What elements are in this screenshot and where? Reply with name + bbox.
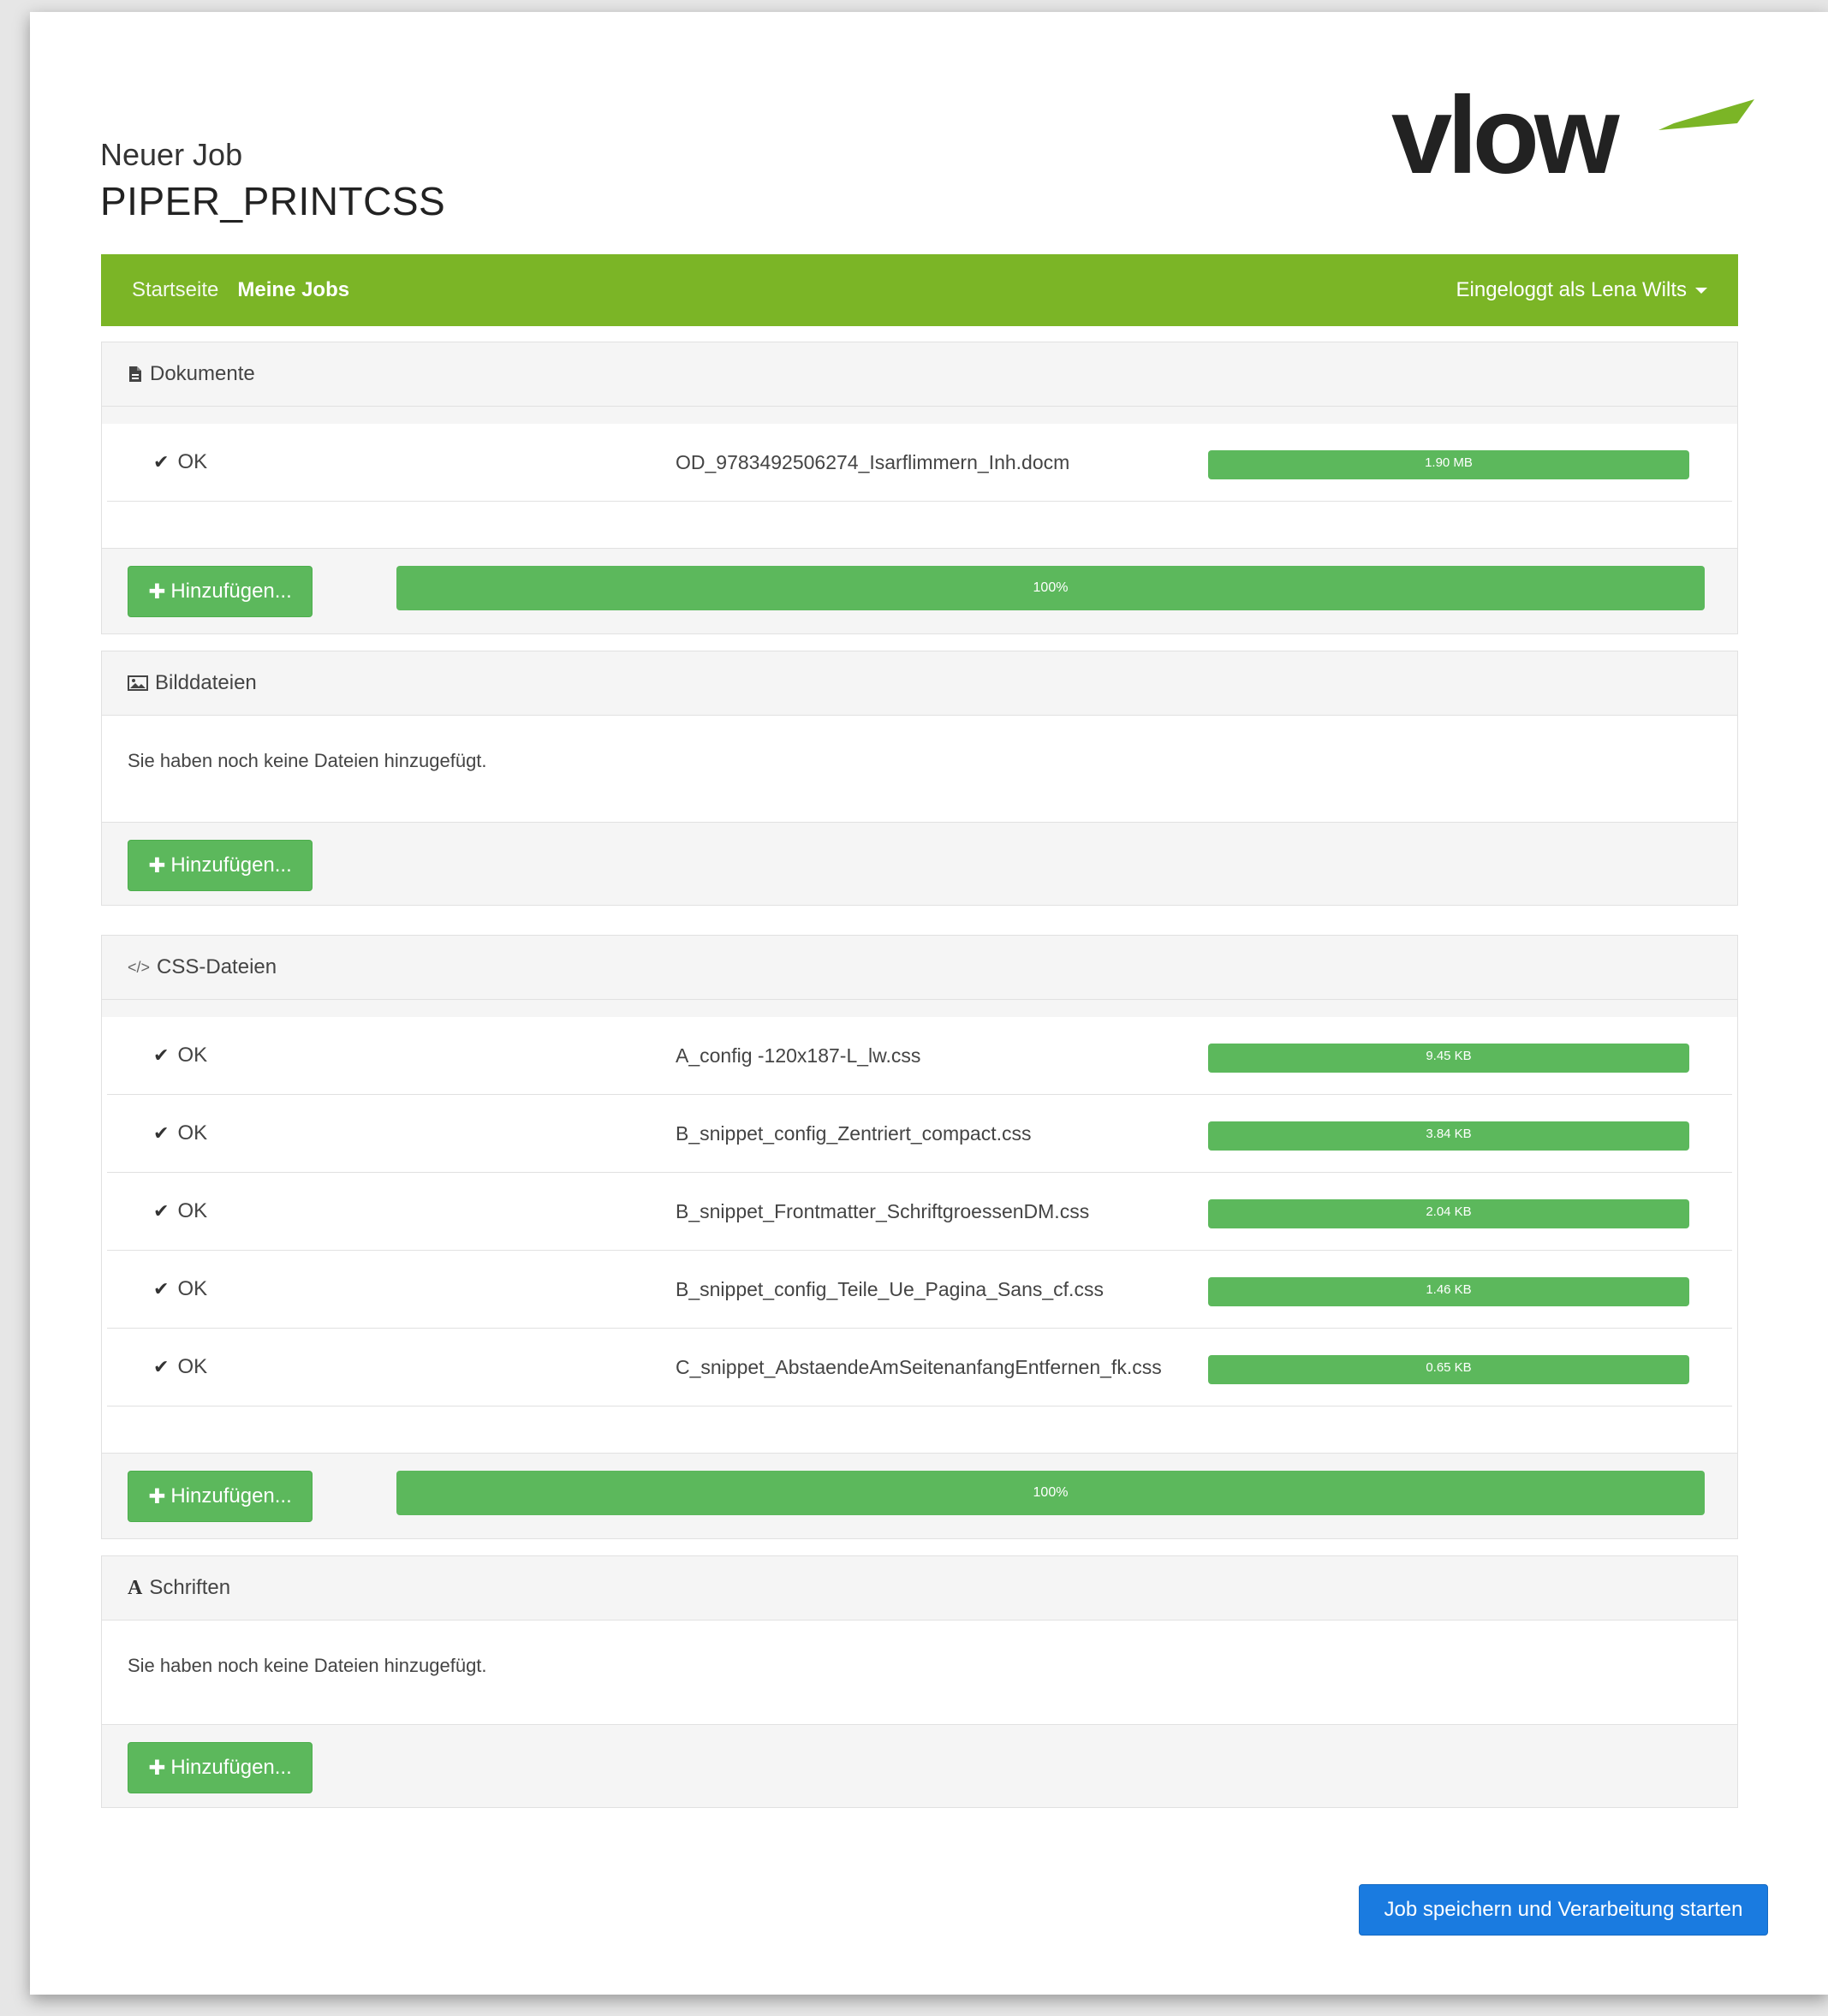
file-size-bar: 1.90 MB [1208,450,1689,479]
font-icon: A [128,1576,143,1599]
add-button-label: Hinzufügen... [170,1756,292,1779]
fonts-panel: A Schriften Sie haben noch keine Dateien… [101,1555,1738,1808]
fonts-panel-heading: A Schriften [102,1556,1737,1621]
file-name: B_snippet_Frontmatter_SchriftgroessenDM.… [676,1200,1090,1222]
images-add-button[interactable]: ✚ Hinzufügen... [128,840,313,891]
images-panel-title: Bilddateien [155,671,257,694]
file-size-bar: 0.65 KB [1208,1355,1689,1384]
nav-link-meine-jobs[interactable]: Meine Jobs [237,278,349,302]
plus-icon: ✚ [148,1484,166,1508]
check-icon: ✔ [153,1122,170,1144]
css-panel-footer: ✚ Hinzufügen... 100% [102,1454,1737,1538]
file-status: ✔ OK [153,1329,207,1406]
images-file-list: Sie haben noch keine Dateien hinzugefügt… [102,716,1737,823]
images-panel: Bilddateien Sie haben noch keine Dateien… [101,651,1738,906]
documents-panel-title: Dokumente [150,362,255,385]
images-panel-footer: ✚ Hinzufügen... [102,823,1737,905]
user-menu[interactable]: Eingeloggt als Lena Wilts [1456,278,1707,302]
documents-file-list: ✔ OK OD_9783492506274_Isarflimmern_Inh.do… [102,424,1737,549]
page-subtitle: Neuer Job [100,137,243,172]
nav-link-startseite[interactable]: Startseite [132,278,218,302]
file-row: ✔ OK OD_9783492506274_Isarflimmern_Inh.do… [107,424,1732,502]
documents-panel: Dokumente ✔ OK OD_9783492506274_Isarflimm… [101,342,1738,634]
css-upload-progress: 100% [396,1471,1705,1515]
submit-job-button[interactable]: Job speichern und Verarbeitung starten [1359,1884,1768,1936]
images-panel-heading: Bilddateien [102,651,1737,716]
main-navbar: Startseite Meine Jobs Eingeloggt als Len… [101,254,1738,326]
fonts-file-list: Sie haben noch keine Dateien hinzugefügt… [102,1621,1737,1725]
documents-panel-heading: Dokumente [102,342,1737,407]
fonts-panel-footer: ✚ Hinzufügen... [102,1725,1737,1807]
plus-icon: ✚ [148,853,166,877]
documents-add-button[interactable]: ✚ Hinzufügen... [128,566,313,617]
image-icon [128,675,148,691]
fonts-panel-title: Schriften [149,1576,231,1599]
css-add-button[interactable]: ✚ Hinzufügen... [128,1471,313,1522]
file-status: ✔ OK [153,1017,207,1094]
check-icon: ✔ [153,1356,170,1377]
file-row: ✔ OK C_snippet_AbstaendeAmSeitenanfangEnt… [107,1329,1732,1406]
caret-down-icon [1695,287,1707,294]
file-status-label: OK [177,1277,208,1300]
file-name: A_config -120x187-L_lw.css [676,1044,921,1067]
file-status: ✔ OK [153,1095,207,1172]
user-menu-label: Eingeloggt als Lena Wilts [1456,278,1687,301]
file-row: ✔ OK B_snippet_Frontmatter_Schriftgroesse… [107,1173,1732,1251]
plus-icon: ✚ [148,1756,166,1780]
check-icon: ✔ [153,1044,170,1066]
images-empty-message: Sie haben noch keine Dateien hinzugefügt… [128,750,487,771]
logo-accent [1658,99,1754,130]
file-size-bar: 9.45 KB [1208,1044,1689,1073]
documents-upload-progress: 100% [396,566,1705,610]
file-size-bar: 1.46 KB [1208,1277,1689,1306]
file-status-label: OK [177,450,208,473]
documents-panel-footer: ✚ Hinzufügen... 100% [102,549,1737,633]
css-file-list: ✔ OK A_config -120x187-L_lw.css 9.45 KB ✔… [102,1017,1737,1454]
add-button-label: Hinzufügen... [170,1484,292,1508]
file-status: ✔ OK [153,1173,207,1250]
check-icon: ✔ [153,1200,170,1222]
file-status-label: OK [177,1044,208,1067]
file-name: C_snippet_AbstaendeAmSeitenanfangEntfern… [676,1356,1162,1378]
css-panel-heading: </> CSS-Dateien [102,936,1737,1000]
file-name: OD_9783492506274_Isarflimmern_Inh.docm [676,451,1070,473]
file-size-bar: 3.84 KB [1208,1121,1689,1151]
file-status: ✔ OK [153,1251,207,1328]
job-name: PIPER_PRINTCSS [100,179,446,223]
css-panel: </> CSS-Dateien ✔ OK A_config -120x187-L_… [101,935,1738,1539]
file-status-label: OK [177,1121,208,1145]
file-status: ✔ OK [153,424,207,501]
file-status-label: OK [177,1355,208,1378]
fonts-empty-message: Sie haben noch keine Dateien hinzugefügt… [128,1655,487,1676]
css-panel-title: CSS-Dateien [157,955,277,978]
add-button-label: Hinzufügen... [170,580,292,603]
check-icon: ✔ [153,451,170,473]
check-icon: ✔ [153,1278,170,1299]
file-name: B_snippet_config_Zentriert_compact.css [676,1122,1032,1145]
file-icon [128,366,143,383]
file-status-label: OK [177,1199,208,1222]
file-row: ✔ OK B_snippet_config_Zentriert_compact.c… [107,1095,1732,1173]
page: Neuer Job PIPER_PRINTCSS vlow Startseite… [30,12,1828,1995]
fonts-add-button[interactable]: ✚ Hinzufügen... [128,1742,313,1793]
logo-text: vlow [1391,80,1620,192]
vlow-logo: vlow [1391,80,1754,192]
add-button-label: Hinzufügen... [170,853,292,877]
file-row: ✔ OK A_config -120x187-L_lw.css 9.45 KB [107,1017,1732,1095]
file-name: B_snippet_config_Teile_Ue_Pagina_Sans_cf… [676,1278,1104,1300]
code-icon: </> [128,958,151,976]
plus-icon: ✚ [148,580,166,604]
file-row: ✔ OK B_snippet_config_Teile_Ue_Pagina_San… [107,1251,1732,1329]
page-header: Neuer Job PIPER_PRINTCSS [100,137,445,224]
file-size-bar: 2.04 KB [1208,1199,1689,1228]
